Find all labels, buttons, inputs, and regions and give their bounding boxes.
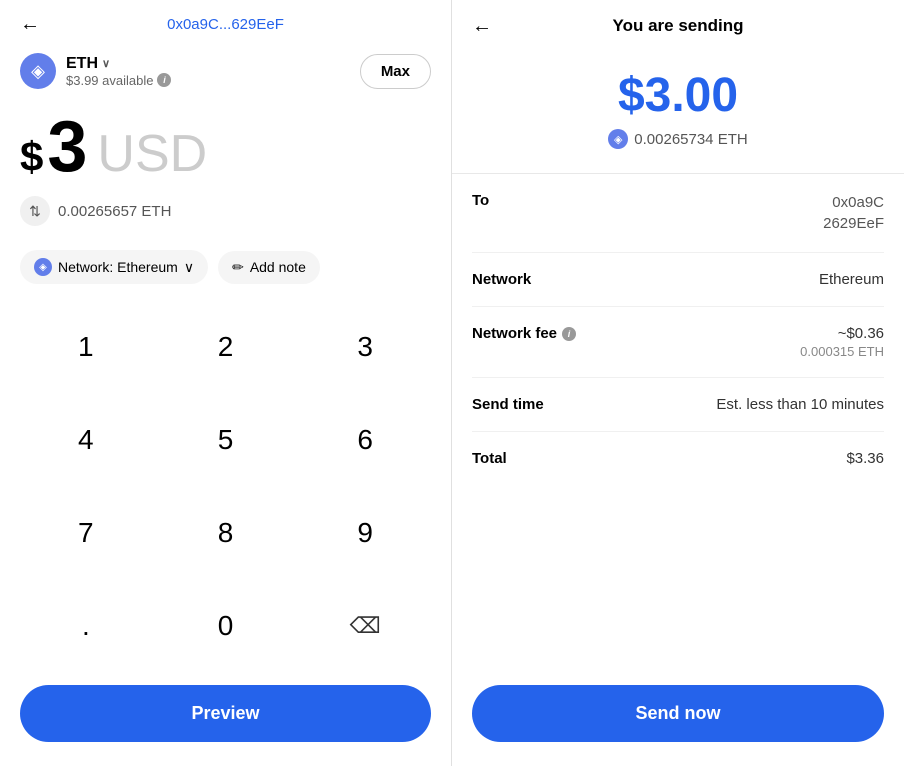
token-chevron-icon: ∨	[102, 57, 110, 70]
amount-number: 3	[47, 111, 87, 183]
send-now-button[interactable]: Send now	[472, 685, 884, 742]
token-name-label: ETH	[66, 55, 98, 73]
eth-equivalent-value: 0.00265657 ETH	[58, 203, 171, 220]
key-0[interactable]: 0	[156, 580, 296, 673]
network-selector-button[interactable]: ◈ Network: Ethereum ∨	[20, 250, 208, 284]
token-row: ◈ ETH ∨ $3.99 available i Max	[0, 45, 451, 101]
right-header-title: You are sending	[613, 16, 744, 36]
key-7[interactable]: 7	[16, 487, 156, 580]
key-5[interactable]: 5	[156, 393, 296, 486]
send-time-row: Send time Est. less than 10 minutes	[472, 378, 884, 432]
key-dot[interactable]: .	[16, 580, 156, 673]
max-button[interactable]: Max	[360, 54, 431, 89]
left-header: ← 0x0a9C...629EeF	[0, 0, 451, 45]
send-time-value: Est. less than 10 minutes	[716, 396, 884, 413]
key-8[interactable]: 8	[156, 487, 296, 580]
key-6[interactable]: 6	[295, 393, 435, 486]
key-3[interactable]: 3	[295, 300, 435, 393]
key-4[interactable]: 4	[16, 393, 156, 486]
network-row-detail: Network Ethereum	[472, 253, 884, 307]
right-header: ← You are sending	[452, 0, 904, 48]
swap-currency-button[interactable]: ⇅	[20, 196, 50, 226]
send-btn-container: Send now	[452, 673, 904, 766]
preview-btn-container: Preview	[0, 673, 451, 766]
numpad: 1 2 3 4 5 6 7 8 9 . 0 ⌫	[0, 300, 451, 673]
amount-currency: USD	[97, 124, 207, 184]
to-row: To 0x0a9C 2629EeF	[472, 174, 884, 253]
key-backspace[interactable]: ⌫	[295, 580, 435, 673]
total-row: Total $3.36	[472, 432, 884, 485]
token-name-row[interactable]: ETH ∨	[66, 55, 171, 73]
sending-amount-section: $3.00 ◈ 0.00265734 ETH	[452, 48, 904, 174]
small-eth-icon: ◈	[608, 129, 628, 149]
network-label: Network: Ethereum	[58, 259, 178, 275]
backspace-icon: ⌫	[350, 613, 381, 639]
total-label: Total	[472, 450, 507, 467]
wallet-address[interactable]: 0x0a9C...629EeF	[167, 16, 284, 33]
sending-eth-amount: ◈ 0.00265734 ETH	[608, 129, 747, 149]
fee-usd-value: ~$0.36	[800, 325, 884, 342]
to-label: To	[472, 192, 489, 209]
right-back-button[interactable]: ←	[472, 15, 492, 38]
eth-logo-icon: ◈	[20, 53, 56, 89]
key-2[interactable]: 2	[156, 300, 296, 393]
sending-eth-value: 0.00265734 ETH	[634, 131, 747, 148]
send-screen: ← 0x0a9C...629EeF ◈ ETH ∨ $3.99 availabl…	[0, 0, 452, 766]
network-detail-label: Network	[472, 271, 531, 288]
network-note-row: ◈ Network: Ethereum ∨ ✏ Add note	[0, 240, 451, 300]
add-note-button[interactable]: ✏ Add note	[218, 251, 320, 284]
fee-label-text: Network fee	[472, 325, 557, 342]
back-button[interactable]: ←	[20, 13, 40, 36]
pencil-icon: ✏	[232, 259, 244, 276]
token-balance-value: $3.99 available	[66, 73, 153, 88]
to-address-line1: 0x0a9C	[823, 192, 884, 213]
preview-button[interactable]: Preview	[20, 685, 431, 742]
fee-eth-value: 0.000315 ETH	[800, 344, 884, 359]
dollar-sign: $	[20, 133, 43, 181]
token-balance: $3.99 available i	[66, 73, 171, 88]
key-1[interactable]: 1	[16, 300, 156, 393]
network-detail-value: Ethereum	[819, 271, 884, 288]
fee-row: Network fee i ~$0.36 0.000315 ETH	[472, 307, 884, 378]
send-time-label: Send time	[472, 396, 544, 413]
network-chevron-icon: ∨	[184, 259, 194, 276]
token-text: ETH ∨ $3.99 available i	[66, 55, 171, 88]
eth-equivalent-row: ⇅ 0.00265657 ETH	[0, 190, 451, 240]
token-info: ◈ ETH ∨ $3.99 available i	[20, 53, 171, 89]
network-eth-icon: ◈	[34, 258, 52, 276]
total-value: $3.36	[846, 450, 884, 467]
fee-label: Network fee i	[472, 325, 576, 342]
note-label: Add note	[250, 259, 306, 275]
fee-info-icon[interactable]: i	[562, 327, 576, 341]
key-9[interactable]: 9	[295, 487, 435, 580]
balance-info-icon[interactable]: i	[157, 73, 171, 87]
transaction-details: To 0x0a9C 2629EeF Network Ethereum Netwo…	[452, 174, 904, 673]
sending-usd-amount: $3.00	[618, 68, 738, 123]
amount-display: $ 3 USD	[0, 101, 451, 190]
confirm-screen: ← You are sending $3.00 ◈ 0.00265734 ETH…	[452, 0, 904, 766]
to-address-line2: 2629EeF	[823, 213, 884, 234]
